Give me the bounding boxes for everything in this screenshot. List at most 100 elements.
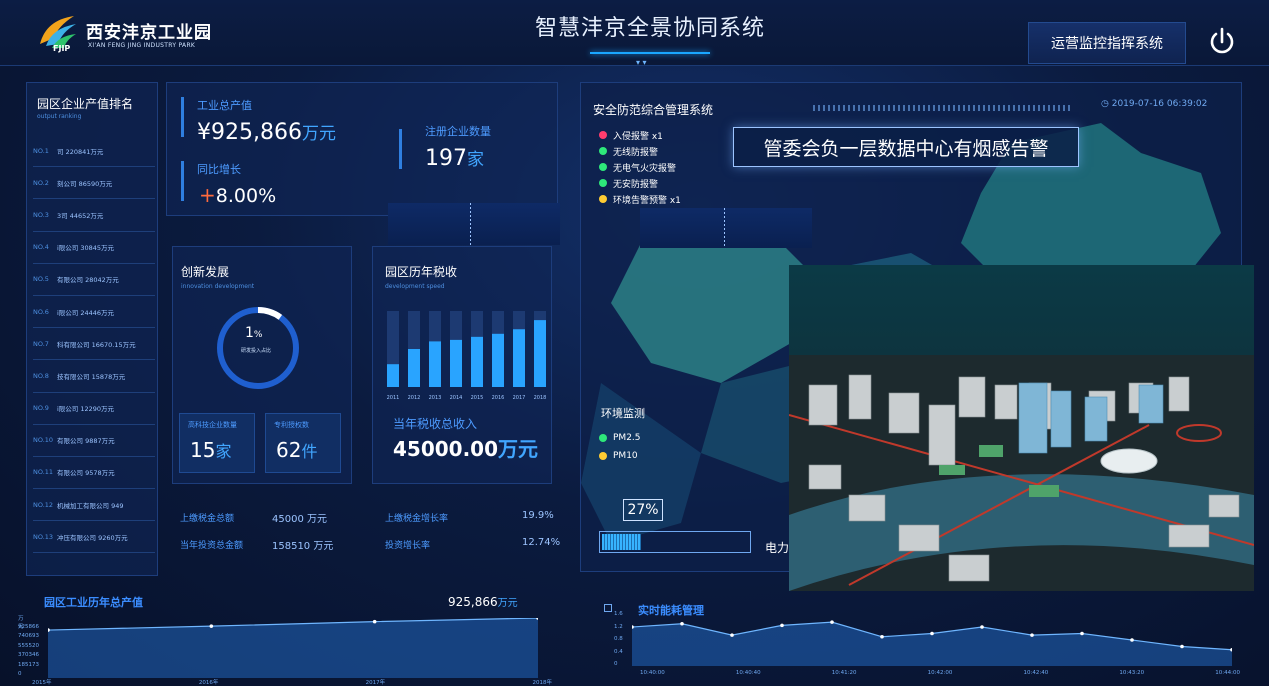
data-point xyxy=(780,623,784,628)
ranking-text: 机械加工有限公司 949 xyxy=(57,501,124,510)
output-label: 工业总产值 xyxy=(197,99,252,112)
tax-bar xyxy=(471,336,483,387)
axis-tick-label: 1.6 xyxy=(614,611,623,617)
ranking-row: NO.5 有限公司 28042万元 xyxy=(33,264,155,296)
env-legend-label: PM2.5 xyxy=(613,433,641,443)
output-history-title: 园区工业历年总产值 xyxy=(44,596,143,609)
axis-tick-label: 1.2 xyxy=(614,623,623,630)
ranking-text: i限公司 30845万元 xyxy=(57,244,115,253)
ops-monitor-button[interactable]: 运营监控指挥系统 xyxy=(1028,22,1186,64)
ranking-row: NO.3 3司 44652万元 xyxy=(33,199,155,232)
investment-label: 当年投资总金额 xyxy=(180,541,244,551)
innovation-subtitle: innovation development xyxy=(181,283,255,290)
status-dot xyxy=(599,195,607,203)
output-history-xticks: 2015年 2016年 2017年 2018年 xyxy=(32,678,552,686)
ranking-row: NO.4 i限公司 30845万元 xyxy=(33,232,155,264)
tax-total-label: 当年税收总收入 xyxy=(393,417,478,431)
axis-tick-label: 2018年 xyxy=(532,680,552,686)
page-title: 智慧沣京全景协同系统 xyxy=(534,16,765,41)
innovation-panel: 创新发展 innovation development 1% 研发投入占比 高科… xyxy=(172,246,352,484)
axis-tick-label: 10:40:00 xyxy=(640,670,665,676)
power-progress-bar xyxy=(599,531,751,553)
ring-percent-sign: % xyxy=(253,330,263,340)
connector-block xyxy=(388,203,560,245)
axis-tick-label: 2016年 xyxy=(198,680,219,686)
title-underline xyxy=(590,52,710,54)
axis-tick-label: 2017年 xyxy=(365,680,386,686)
ranking-no: NO.1 xyxy=(33,146,49,155)
patent-value: 62 xyxy=(276,438,302,462)
axis-tick-label: 10:43:20 xyxy=(1119,670,1145,676)
axis-tick-label: 10:40:40 xyxy=(735,670,761,676)
status-dot xyxy=(599,131,607,139)
patent-unit: 件 xyxy=(301,442,318,461)
tax-subtitle: development speed xyxy=(385,283,445,290)
innovation-title: 创新发展 xyxy=(181,265,230,279)
alarm-legend-label: 入侵报警 x1 xyxy=(613,131,663,142)
status-dot xyxy=(599,147,607,155)
axis-tick-label: 555520 xyxy=(18,642,39,649)
data-point xyxy=(680,621,684,626)
area-fill xyxy=(48,618,538,678)
security-title: 安全防范综合管理系统 xyxy=(593,103,714,117)
power-icon[interactable] xyxy=(1206,26,1238,58)
area-fill xyxy=(632,622,1232,666)
axis-tick-label: 925866 xyxy=(18,623,39,630)
ranking-text: i限公司 12290万元 xyxy=(57,405,115,414)
logo-abbr: FJIP xyxy=(53,44,71,53)
output-unit: 万元 xyxy=(301,124,336,144)
tax-total-value: 45000.00 xyxy=(393,437,499,461)
tax-title: 园区历年税收 xyxy=(385,265,458,279)
investment-growth-value: 12.74% xyxy=(522,537,561,548)
tax-bar xyxy=(492,333,504,387)
tax-total-unit: 万元 xyxy=(498,437,539,461)
growth-sign: + xyxy=(199,183,216,207)
stat-bar xyxy=(181,97,184,137)
output-history-value: 925,866 xyxy=(448,595,498,609)
security-timestamp: 2019-07-16 06:39:02 xyxy=(1111,99,1208,109)
axis-tick-label: 10:42:40 xyxy=(1023,670,1049,676)
tax-year-label: 2016 xyxy=(492,395,505,401)
tax-panel: 园区历年税收 development speed 2011 2012 2013 201… xyxy=(372,246,552,484)
ranking-text: 科有限公司 16670.15万元 xyxy=(57,340,136,349)
hightech-unit: 家 xyxy=(215,442,232,461)
axis-tick-label: 10:41:20 xyxy=(831,670,857,676)
data-point xyxy=(372,619,377,624)
hightech-label: 高科技企业数量 xyxy=(188,421,237,429)
data-point xyxy=(1080,631,1084,636)
patent-label: 专利授权数 xyxy=(274,421,309,429)
hightech-value: 15 xyxy=(190,438,216,462)
env-legend-item: PM10 xyxy=(599,447,641,465)
patent-value-wrap: 62件 xyxy=(276,438,317,462)
alarm-legend-item: 无线防报警 xyxy=(599,143,681,159)
data-point xyxy=(1130,638,1134,642)
axis-tick-label: 740693 xyxy=(18,633,39,639)
connector-line xyxy=(724,208,725,248)
energy-marker-icon xyxy=(604,604,612,612)
alarm-legend-item: 无电气火灾报警 xyxy=(599,159,681,175)
ranking-no: NO.2 xyxy=(33,178,49,187)
ranking-no: NO.5 xyxy=(33,275,49,284)
ranking-row: NO.8 技有限公司 15878万元 xyxy=(33,360,155,393)
ranking-no: NO.13 xyxy=(33,532,54,541)
axis-tick-label: 0.8 xyxy=(614,636,623,642)
ranking-row: NO.1 司 220841万元 xyxy=(33,135,155,168)
stat-bar xyxy=(181,161,184,201)
tax-bar xyxy=(513,329,525,387)
axis-tick-label: 370346 xyxy=(18,652,39,658)
city-3d-view[interactable] xyxy=(789,265,1254,591)
ring-label: 研发投入占比 xyxy=(241,348,272,354)
hightech-value-wrap: 15家 xyxy=(190,438,231,462)
axis-tick-label: 10:44:00 xyxy=(1215,670,1240,676)
tax-bar-chart: 2011 2012 2013 2014 2015 2016 2017 2018 xyxy=(387,311,546,401)
alarm-legend-item: 入侵报警 x1 xyxy=(599,127,681,143)
growth-value-wrap: +8.00% xyxy=(199,183,276,207)
tax-bar xyxy=(450,339,462,387)
env-legend: PM2.5 PM10 xyxy=(599,429,641,465)
tax-bar xyxy=(408,349,420,387)
stat-bar xyxy=(399,129,402,169)
ranking-row: NO.10 有限公司 9887万元 xyxy=(33,425,155,457)
connector-block xyxy=(640,208,812,248)
alert-banner[interactable]: 管委会负一层数据中心有烟感告警 xyxy=(733,127,1079,167)
ranking-row: NO.7 科有限公司 16670.15万元 xyxy=(33,328,155,361)
